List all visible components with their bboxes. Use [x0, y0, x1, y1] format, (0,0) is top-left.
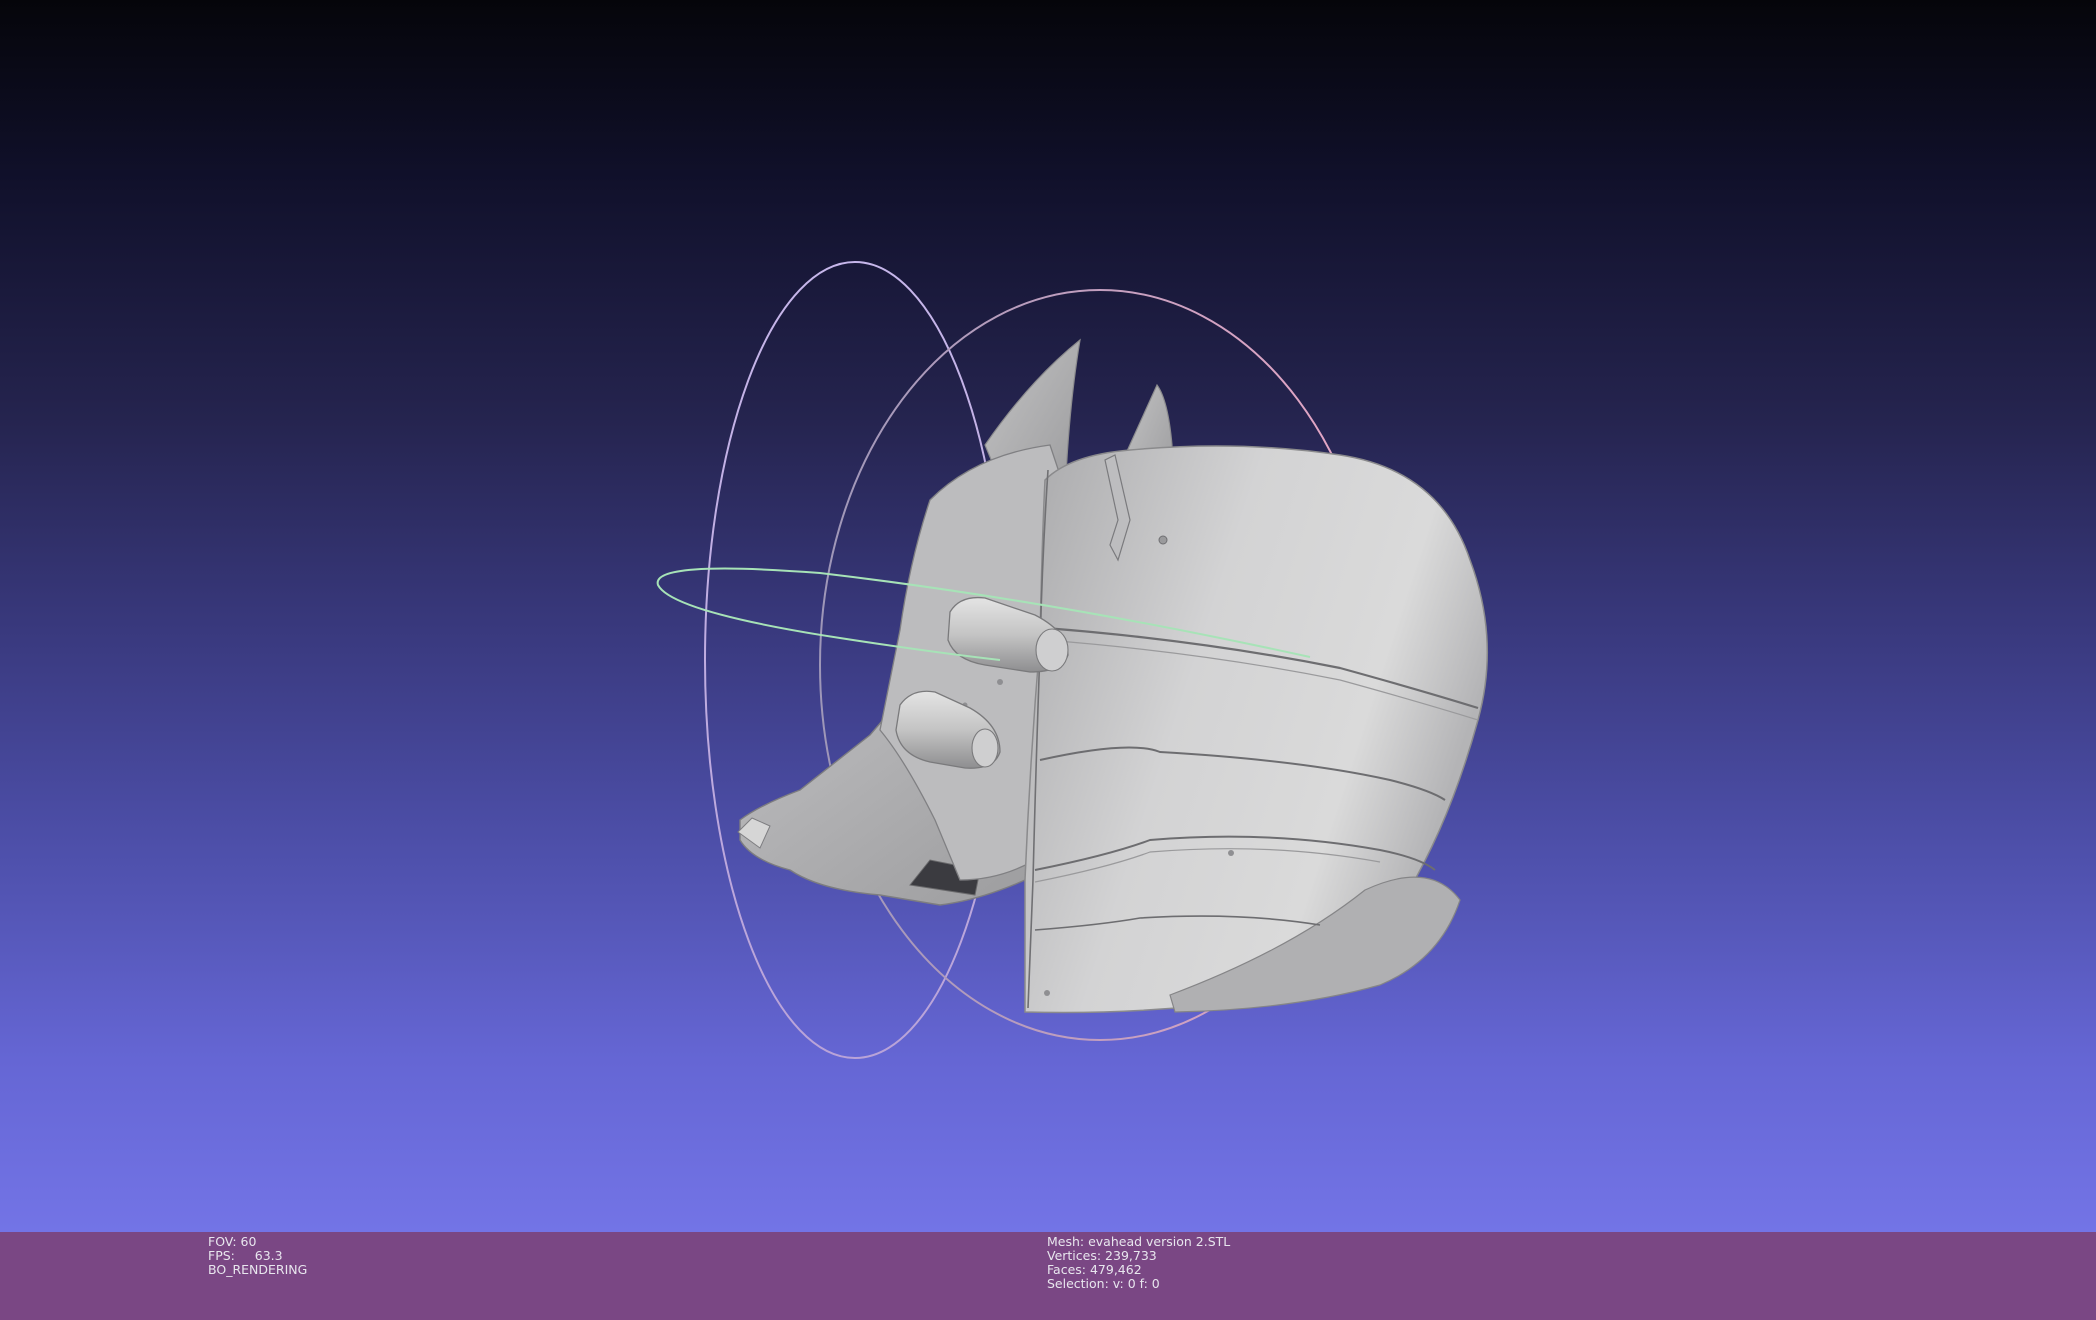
mesh-upper-nozzle-tip — [1035, 628, 1069, 672]
scene-canvas[interactable] — [0, 0, 2096, 1232]
mesh-rivet-3 — [1044, 990, 1050, 996]
vertex-count-readout: Vertices: 239,733 — [1047, 1248, 1157, 1263]
mesh-name-readout: Mesh: evahead version 2.STL — [1047, 1234, 1231, 1249]
face-count-readout: Faces: 479,462 — [1047, 1262, 1142, 1277]
fov-readout: FOV: 60 — [208, 1234, 257, 1249]
mesh-rivet-2 — [1228, 850, 1234, 856]
status-bar: FOV: 60 FPS: 63.3 BO_RENDERING Mesh: eva… — [0, 1232, 2096, 1320]
mesh-rivet-4 — [997, 679, 1003, 685]
3d-viewport[interactable] — [0, 0, 2096, 1232]
mesh-model[interactable] — [737, 338, 1488, 1014]
mesh-lower-nozzle-tip — [971, 728, 999, 768]
mesh-rivet-1 — [1158, 535, 1168, 545]
render-mode-readout: BO_RENDERING — [208, 1262, 308, 1277]
mesh-info: Mesh: evahead version 2.STL Vertices: 23… — [1047, 1235, 1230, 1291]
fps-readout: FPS: 63.3 — [208, 1248, 283, 1263]
selection-readout: Selection: v: 0 f: 0 — [1047, 1276, 1160, 1291]
render-info: FOV: 60 FPS: 63.3 BO_RENDERING — [208, 1235, 307, 1277]
